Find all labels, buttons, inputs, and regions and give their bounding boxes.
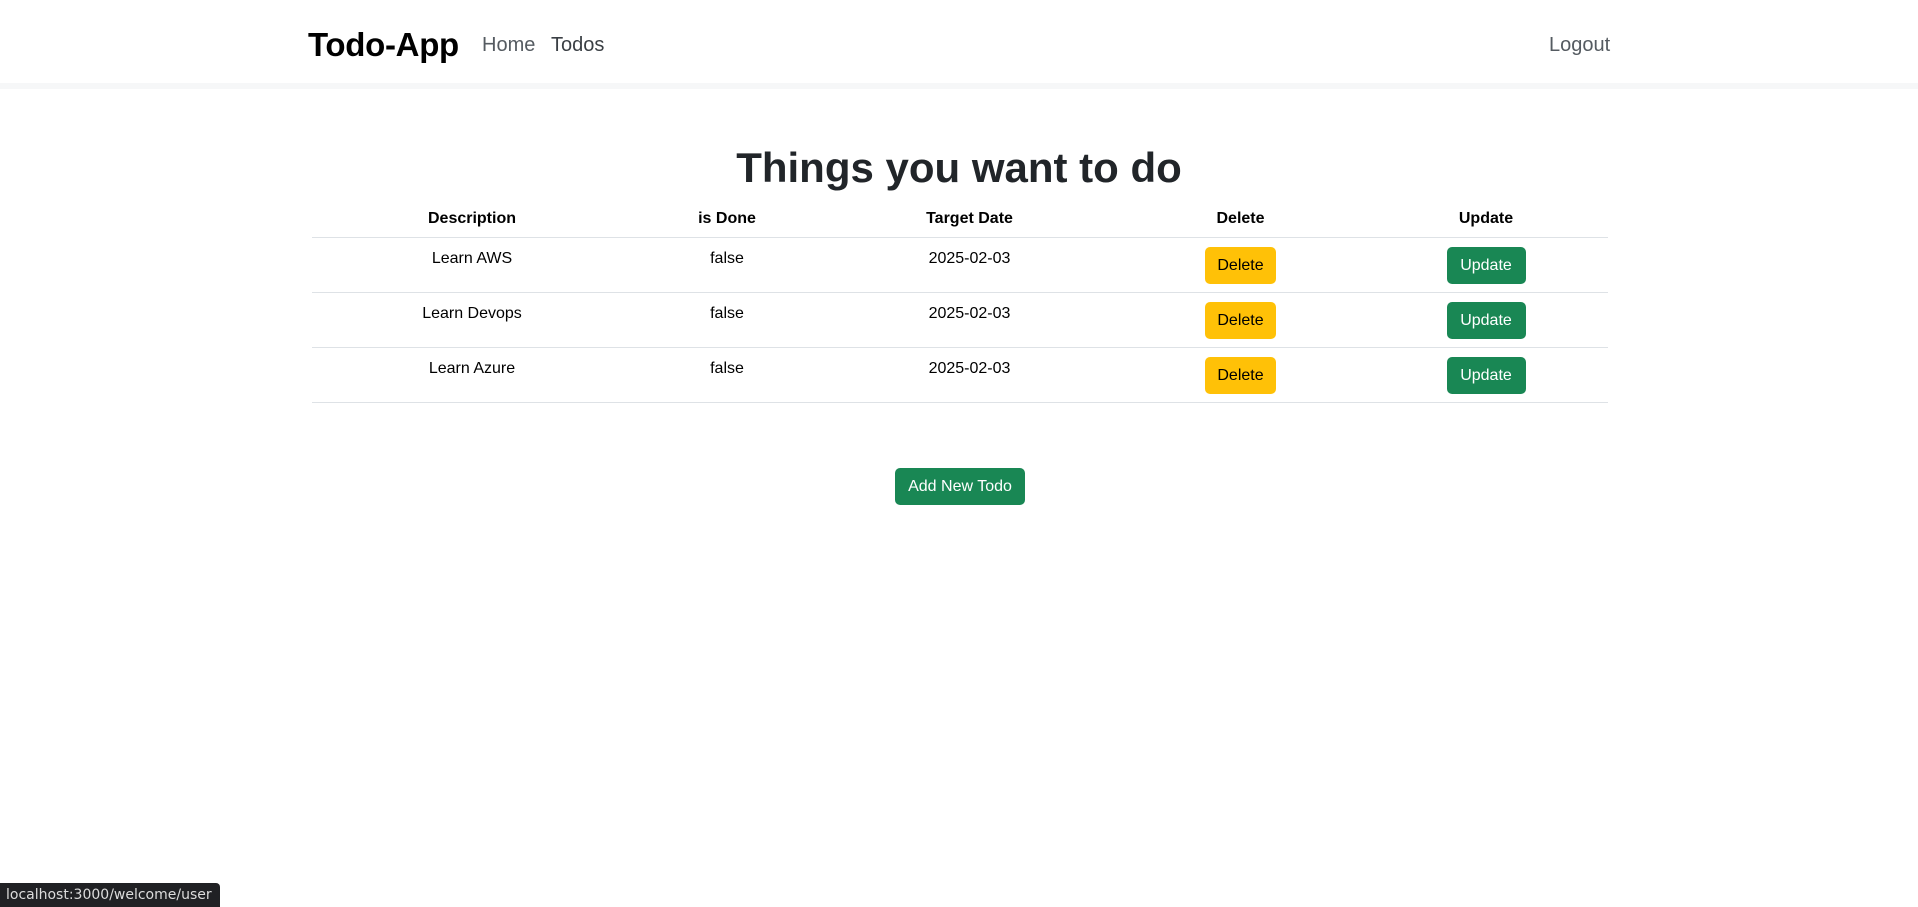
delete-cell: Delete <box>1117 292 1364 348</box>
column-header-update: Update <box>1364 204 1608 238</box>
delete-button[interactable]: Delete <box>1205 246 1276 284</box>
nav-link-home[interactable]: Home <box>482 31 535 59</box>
delete-button[interactable]: Delete <box>1205 301 1276 339</box>
update-button[interactable]: Update <box>1446 246 1526 284</box>
update-button[interactable]: Update <box>1446 301 1526 339</box>
logout-link[interactable]: Logout <box>1549 31 1610 59</box>
update-cell: Update <box>1364 237 1608 293</box>
table-row: Learn AWS false 2025-02-03 Delete Update <box>312 237 1608 293</box>
brand-logo[interactable]: Todo-App <box>308 24 459 66</box>
update-cell: Update <box>1364 292 1608 348</box>
todo-target-date: 2025-02-03 <box>822 347 1117 403</box>
add-new-todo-button[interactable]: Add New Todo <box>895 468 1025 505</box>
todos-table: Description is Done Target Date Delete U… <box>312 204 1608 403</box>
todo-description: Learn Devops <box>312 292 632 348</box>
todo-is-done: false <box>632 237 822 293</box>
table-row: Learn Devops false 2025-02-03 Delete Upd… <box>312 292 1608 348</box>
table-row: Learn Azure false 2025-02-03 Delete Upda… <box>312 347 1608 403</box>
nav-link-todos[interactable]: Todos <box>551 31 604 59</box>
todo-target-date: 2025-02-03 <box>822 237 1117 293</box>
top-navbar: Todo-App Home Todos Logout <box>0 0 1918 89</box>
delete-button[interactable]: Delete <box>1205 356 1276 394</box>
page-title: Things you want to do <box>736 144 1182 191</box>
column-header-target-date: Target Date <box>822 204 1117 238</box>
todo-is-done: false <box>632 292 822 348</box>
column-header-is-done: is Done <box>632 204 822 238</box>
delete-cell: Delete <box>1117 237 1364 293</box>
column-header-description: Description <box>312 204 632 238</box>
column-header-delete: Delete <box>1117 204 1364 238</box>
todo-description: Learn Azure <box>312 347 632 403</box>
table-header-row: Description is Done Target Date Delete U… <box>312 204 1608 238</box>
todo-description: Learn AWS <box>312 237 632 293</box>
table-header: Description is Done Target Date Delete U… <box>312 204 1608 238</box>
delete-cell: Delete <box>1117 347 1364 403</box>
browser-status-bar-url: localhost:3000/welcome/user <box>0 883 220 907</box>
update-button[interactable]: Update <box>1446 356 1526 394</box>
update-cell: Update <box>1364 347 1608 403</box>
table-body: Learn AWS false 2025-02-03 Delete Update… <box>312 237 1608 403</box>
todo-target-date: 2025-02-03 <box>822 292 1117 348</box>
todo-is-done: false <box>632 347 822 403</box>
